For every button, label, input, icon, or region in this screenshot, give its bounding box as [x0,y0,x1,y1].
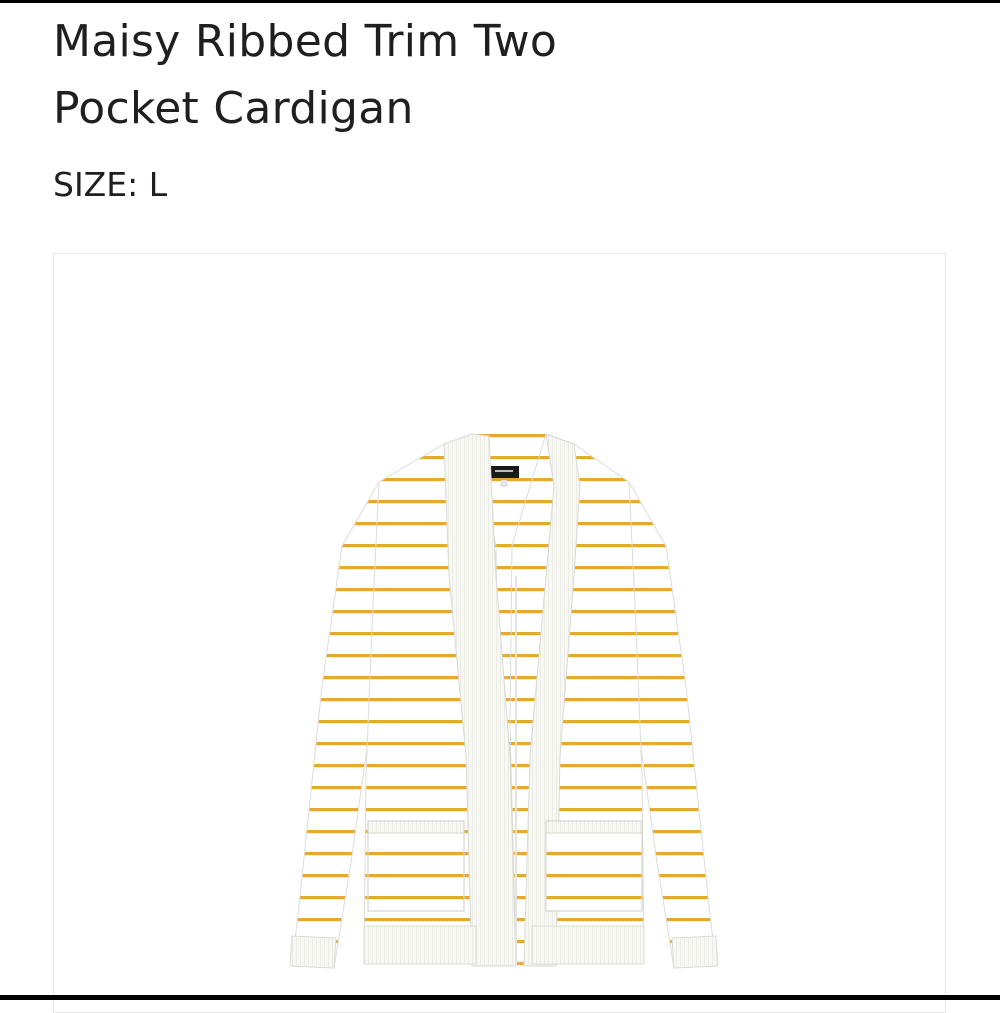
right-pocket [545,820,643,912]
product-image[interactable] [284,426,724,986]
right-cuff [671,935,719,969]
bottom-border [0,995,1000,1000]
left-pocket [367,820,465,912]
right-hem-band [531,925,645,965]
left-hem-band [363,925,477,965]
left-cuff [289,935,337,969]
product-image-card[interactable] [53,253,946,1013]
size-label: SIZE: L [53,165,168,204]
product-title-line-1: Maisy Ribbed Trim Two [53,16,558,67]
top-border [0,0,1000,3]
product-title-line-2: Pocket Cardigan [53,83,414,134]
product-title: Maisy Ribbed Trim Two Pocket Cardigan [53,8,753,142]
